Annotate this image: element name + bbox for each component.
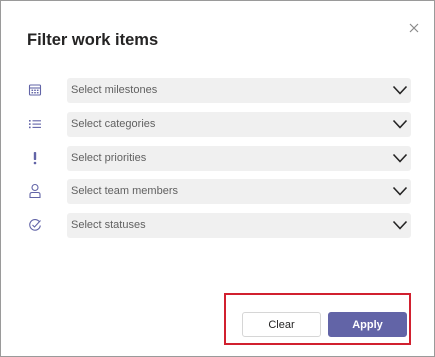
apply-button[interactable]: Apply bbox=[328, 312, 407, 337]
team-members-placeholder: Select team members bbox=[71, 185, 178, 197]
close-icon bbox=[409, 23, 419, 33]
chevron-down-icon bbox=[392, 119, 408, 129]
categories-placeholder: Select categories bbox=[71, 118, 156, 130]
person-icon bbox=[25, 181, 45, 201]
chevron-down-icon bbox=[392, 220, 408, 230]
priorities-placeholder: Select priorities bbox=[71, 152, 147, 164]
exclamation-icon bbox=[25, 148, 45, 168]
milestones-select[interactable]: Select milestones bbox=[67, 78, 411, 103]
chevron-down-icon bbox=[392, 153, 408, 163]
statuses-placeholder: Select statuses bbox=[71, 219, 146, 231]
filter-row-team-members: Select team members bbox=[1, 179, 434, 204]
calendar-icon bbox=[25, 80, 45, 100]
team-members-select[interactable]: Select team members bbox=[67, 179, 411, 204]
list-icon bbox=[25, 114, 45, 134]
filter-row-statuses: Select statuses bbox=[1, 213, 434, 238]
priorities-select[interactable]: Select priorities bbox=[67, 146, 411, 171]
chevron-down-icon bbox=[392, 186, 408, 196]
filter-row-categories: Select categories bbox=[1, 112, 434, 137]
filter-dialog: Filter work items Select milestones Sele… bbox=[0, 0, 435, 357]
statuses-select[interactable]: Select statuses bbox=[67, 213, 411, 238]
dialog-title: Filter work items bbox=[27, 31, 159, 49]
filter-row-milestones: Select milestones bbox=[1, 78, 434, 103]
categories-select[interactable]: Select categories bbox=[67, 112, 411, 137]
chevron-down-icon bbox=[392, 85, 408, 95]
close-button[interactable] bbox=[403, 17, 425, 39]
status-icon bbox=[25, 215, 45, 235]
milestones-placeholder: Select milestones bbox=[71, 84, 158, 96]
filter-row-priorities: Select priorities bbox=[1, 146, 434, 171]
clear-button[interactable]: Clear bbox=[242, 312, 321, 337]
